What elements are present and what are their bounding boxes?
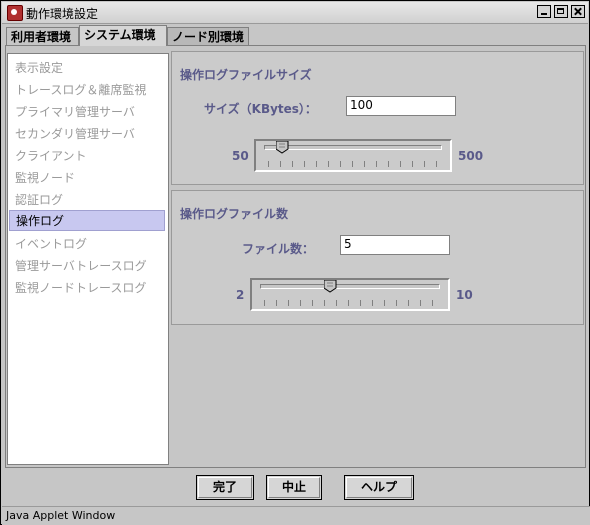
status-bar: Java Applet Window bbox=[2, 506, 590, 525]
minimize-icon[interactable] bbox=[537, 5, 551, 18]
log-size-max-label: 500 bbox=[458, 149, 484, 163]
window-title: 動作環境設定 bbox=[26, 7, 99, 21]
list-item[interactable]: プライマリ管理サーバ bbox=[9, 102, 165, 123]
slider-ticks bbox=[264, 300, 436, 306]
log-count-title: 操作ログファイル数 bbox=[180, 207, 289, 221]
title-bar[interactable]: 動作環境設定 bbox=[2, 2, 588, 24]
list-item-selected[interactable]: 操作ログ bbox=[9, 210, 165, 231]
tab-system-env[interactable]: システム環境 bbox=[79, 25, 167, 46]
slider-track bbox=[260, 284, 440, 289]
log-count-panel: 操作ログファイル数 ファイル数： 5 2 10 bbox=[171, 190, 584, 325]
log-count-min-label: 2 bbox=[236, 288, 245, 302]
list-item[interactable]: 監視ノード bbox=[9, 168, 165, 189]
log-size-min-label: 50 bbox=[232, 149, 249, 163]
list-item[interactable]: クライアント bbox=[9, 146, 165, 167]
log-count-max-label: 10 bbox=[456, 288, 473, 302]
settings-list[interactable]: 表示設定 トレースログ＆離席監視 プライマリ管理サーバ セカンダリ管理サーバ ク… bbox=[7, 53, 169, 465]
maximize-icon[interactable] bbox=[554, 5, 568, 18]
log-size-panel: 操作ログファイルサイズ サイズ（KBytes）： 100 50 500 bbox=[171, 51, 584, 185]
log-size-slider[interactable] bbox=[254, 139, 452, 172]
slider-ticks bbox=[268, 161, 438, 167]
cancel-button[interactable]: 中止 bbox=[266, 475, 322, 500]
list-item[interactable]: イベントログ bbox=[9, 234, 165, 255]
list-item[interactable]: 監視ノードトレースログ bbox=[9, 278, 165, 299]
slider-thumb[interactable] bbox=[275, 141, 289, 154]
app-icon bbox=[7, 5, 23, 21]
list-item[interactable]: セカンダリ管理サーバ bbox=[9, 124, 165, 145]
log-size-input[interactable]: 100 bbox=[346, 96, 456, 116]
log-size-label: サイズ（KBytes）： bbox=[204, 102, 317, 116]
list-item[interactable]: トレースログ＆離席監視 bbox=[9, 80, 165, 101]
window-frame: 動作環境設定 利用者環境 システム環境 ノード別環境 表示設定 トレースログ＆離… bbox=[0, 0, 590, 525]
ok-button[interactable]: 完了 bbox=[196, 475, 254, 500]
tab-user-env[interactable]: 利用者環境 bbox=[6, 27, 79, 45]
log-count-slider[interactable] bbox=[250, 278, 450, 311]
log-count-input[interactable]: 5 bbox=[340, 235, 450, 255]
tab-node-env[interactable]: ノード別環境 bbox=[167, 27, 249, 45]
slider-thumb[interactable] bbox=[323, 280, 337, 293]
log-size-title: 操作ログファイルサイズ bbox=[180, 68, 312, 82]
list-item[interactable]: 管理サーバトレースログ bbox=[9, 256, 165, 277]
help-button[interactable]: ヘルプ bbox=[344, 475, 414, 500]
log-count-label: ファイル数： bbox=[242, 242, 315, 256]
slider-track bbox=[264, 145, 442, 150]
list-item[interactable]: 認証ログ bbox=[9, 190, 165, 211]
close-icon[interactable] bbox=[571, 5, 585, 18]
list-item[interactable]: 表示設定 bbox=[9, 58, 165, 79]
